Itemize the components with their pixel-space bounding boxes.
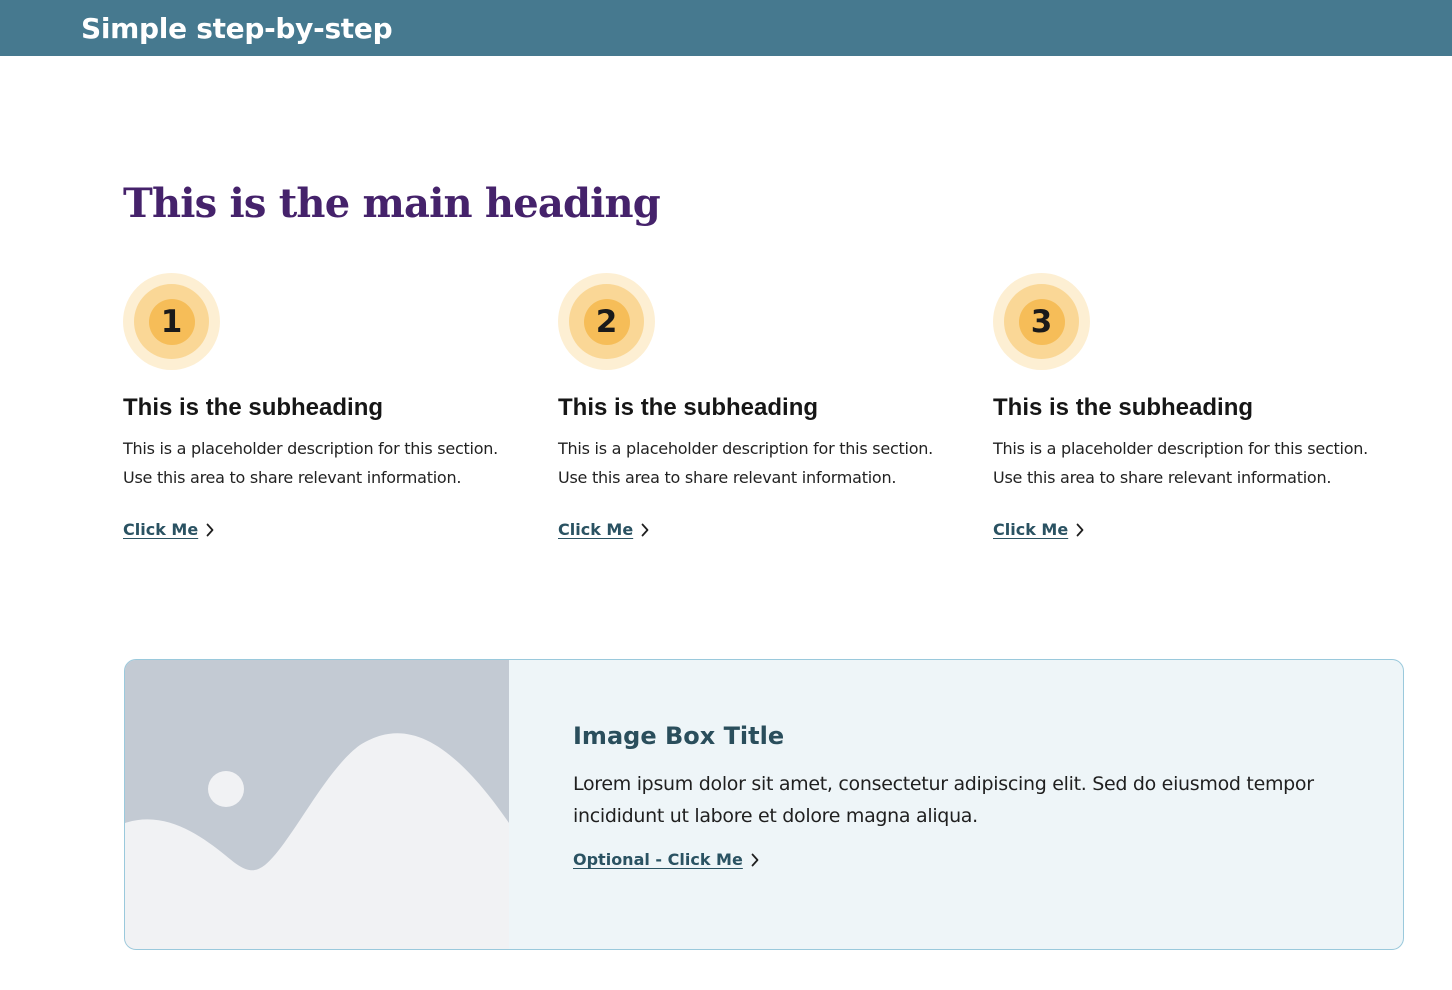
step-description: This is a placeholder description for th… [993,439,1368,487]
click-me-link[interactable]: Click Me [993,520,1084,539]
click-me-link[interactable]: Click Me [558,520,649,539]
image-box-title: Image Box Title [573,722,785,750]
image-box: Image Box Title Lorem ipsum dolor sit am… [124,659,1404,950]
step-number-badge: 3 [993,273,1090,370]
click-me-link[interactable]: Click Me [123,520,214,539]
step-card-1: 1 This is the subheading This is a place… [123,273,503,540]
step-subheading: This is the subheading [558,394,819,421]
step-description: This is a placeholder description for th… [123,439,498,487]
image-placeholder-icon [125,660,509,949]
step-subheading: This is the subheading [123,394,384,421]
step-number-badge: 2 [558,273,655,370]
step-subheading: This is the subheading [993,394,1254,421]
step-number: 1 [148,298,195,345]
step-number-badge: 1 [123,273,220,370]
step-description: This is a placeholder description for th… [558,439,933,487]
optional-click-me-link[interactable]: Optional - Click Me [573,850,759,869]
step-number: 2 [583,298,630,345]
step-card-2: 2 This is the subheading This is a place… [558,273,938,540]
image-box-content: Image Box Title Lorem ipsum dolor sit am… [509,660,1314,949]
image-box-text: Lorem ipsum dolor sit amet, consectetur … [573,773,1314,827]
step-number: 3 [1018,298,1065,345]
chevron-right-icon [641,523,649,536]
chevron-right-icon [1076,523,1084,536]
step-card-3: 3 This is the subheading This is a place… [993,273,1373,540]
chevron-right-icon [206,523,214,536]
chevron-right-icon [751,853,759,866]
main-heading: This is the main heading [123,180,661,227]
app-title: Simple step-by-step [81,11,393,45]
top-bar: Simple step-by-step [0,0,1452,56]
